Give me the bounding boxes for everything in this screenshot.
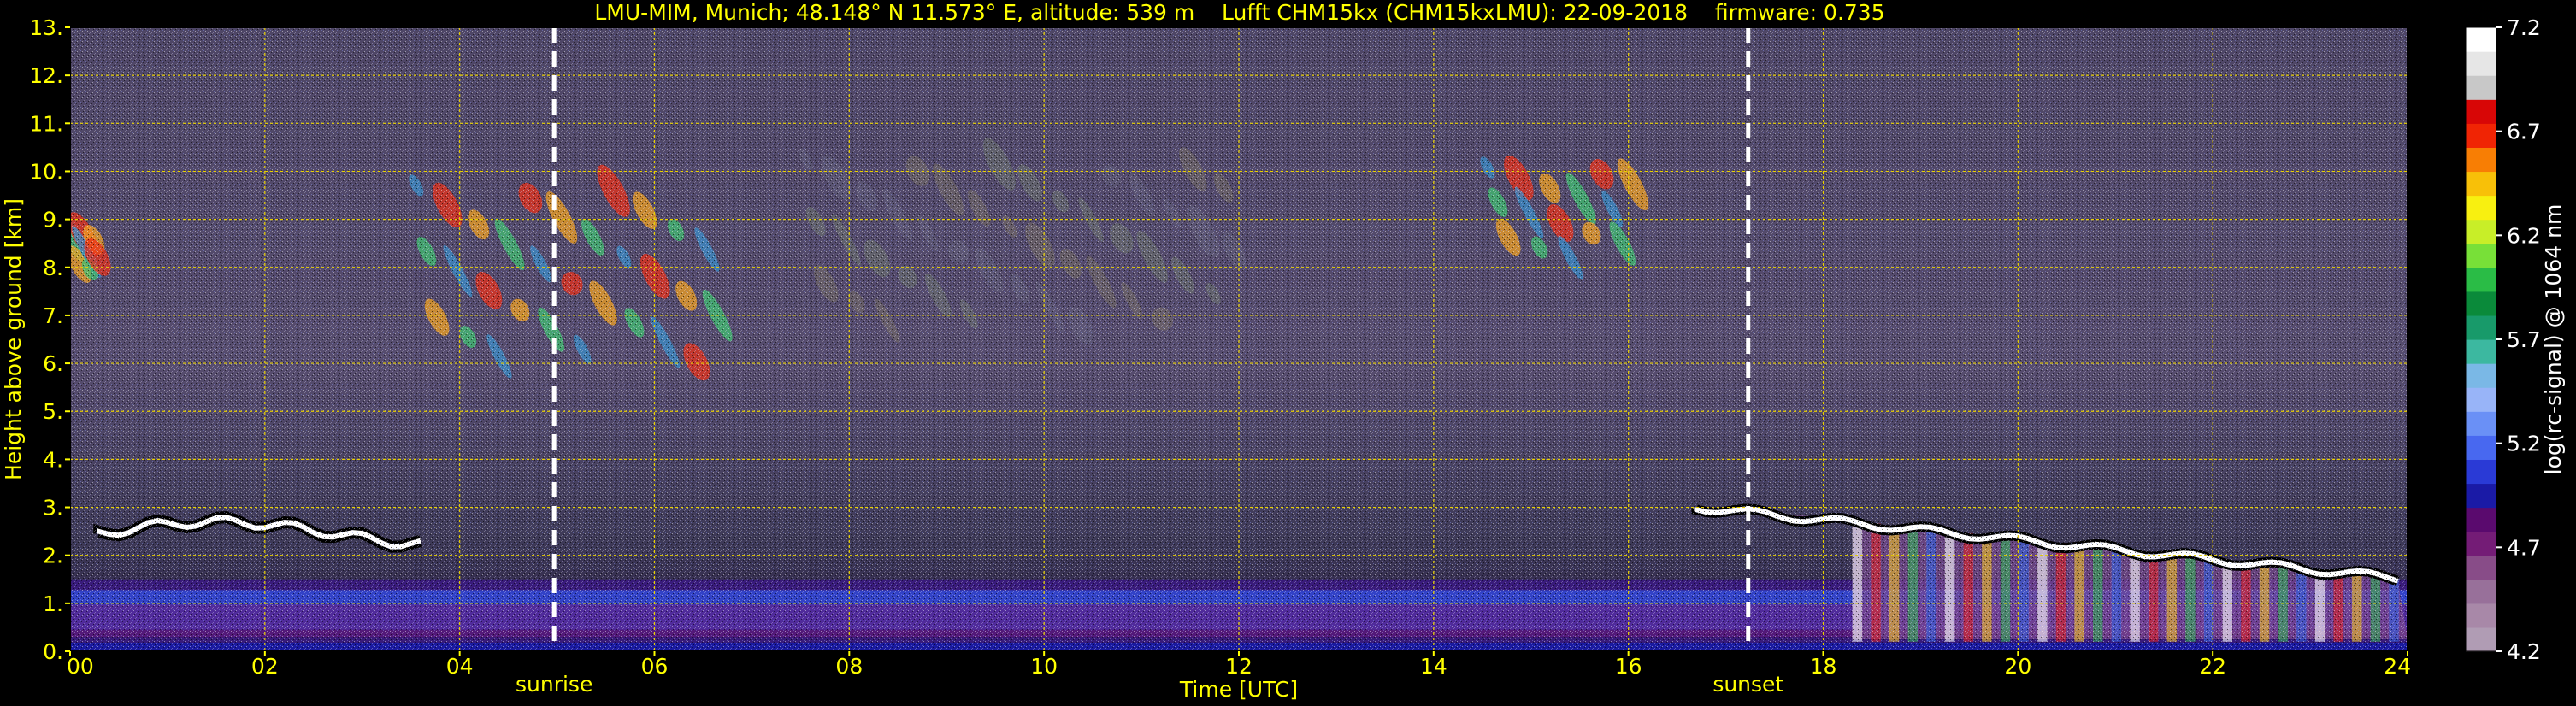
colorbar-swatch [2466, 339, 2496, 364]
colorbar-swatch [2466, 27, 2496, 52]
colorbar-swatch [2466, 435, 2496, 460]
x-tick-label: 12 [1225, 654, 1253, 679]
colorbar-swatch [2466, 51, 2496, 76]
y-tick-label: 11. [29, 111, 63, 136]
colorbar-swatch [2466, 603, 2496, 628]
colorbar-swatch [2466, 147, 2496, 173]
y-tick-label: 5. [43, 399, 63, 424]
x-tick-label: 04 [446, 654, 474, 679]
colorbar-swatch [2466, 123, 2496, 148]
colorbar-tick-label: 4.7 [2507, 535, 2541, 560]
x-tick-label: 02 [251, 654, 279, 679]
colorbar-tick-label: 6.7 [2507, 120, 2541, 144]
colorbar-swatch [2466, 267, 2496, 292]
x-tick-label: 06 [641, 654, 669, 679]
colorbar-tick-label: 5.2 [2507, 432, 2541, 456]
y-tick-label: 8. [43, 256, 63, 280]
colorbar-swatch [2466, 627, 2496, 652]
x-tick-label: 10 [1030, 654, 1058, 679]
plot-area: sunrise sunset [69, 26, 2408, 697]
colorbar-swatch [2466, 315, 2496, 340]
y-tick-label: 13. [29, 15, 63, 40]
colorbar-swatch [2466, 387, 2496, 412]
colorbar-swatch [2466, 219, 2496, 244]
y-tick-label: 7. [43, 303, 63, 328]
chart-title: LMU-MIM, Munich; 48.148° N 11.573° E, al… [594, 0, 1884, 25]
y-tick-label: 12. [29, 63, 63, 88]
y-tick-label: 6. [43, 351, 63, 376]
colorbar-swatch [2466, 411, 2496, 436]
colorbar-swatch [2466, 363, 2496, 388]
y-tick-label: 2. [43, 544, 63, 568]
x-tick-label: 22 [2199, 654, 2226, 679]
y-axis-label: Height above ground [km] [1, 198, 26, 480]
sunset-label: sunset [1712, 672, 1783, 697]
y-tick-label: 0. [43, 639, 63, 664]
colorbar-swatch [2466, 291, 2496, 316]
colorbar-swatch [2466, 459, 2496, 485]
ceilometer-figure: sunrise sunset 00 02 04 06 08 10 12 14 16 18 20 22 24… [1, 0, 2566, 702]
colorbar-swatch [2466, 243, 2496, 268]
colorbar-tick-label: 5.7 [2507, 327, 2541, 352]
sunrise-label: sunrise [516, 672, 592, 697]
y-tick-label: 4. [43, 447, 63, 472]
colorbar-swatch [2466, 483, 2496, 509]
x-axis-label: Time [UTC] [1179, 677, 1298, 702]
x-tick-label: 18 [1810, 654, 1837, 679]
colorbar-tick-label: 6.2 [2507, 223, 2541, 248]
y-tick-label: 1. [43, 591, 63, 616]
colorbar: 7.2 6.7 6.2 5.7 5.2 4.7 4.2 [2465, 15, 2541, 664]
colorbar-label: log(rc-signal) @ 1064 nm [2541, 204, 2566, 475]
colorbar-swatch [2466, 507, 2496, 532]
colorbar-swatch [2466, 579, 2496, 604]
colorbar-swatch [2466, 195, 2496, 221]
colorbar-swatch [2466, 171, 2496, 197]
x-tick-label: 24 [2384, 654, 2411, 679]
y-tick-label: 10. [29, 159, 63, 184]
x-tick-label: 20 [2004, 654, 2031, 679]
colorbar-swatch [2466, 99, 2496, 124]
colorbar-swatch [2466, 555, 2496, 580]
colorbar-swatch [2466, 75, 2496, 100]
y-tick-label: 9. [43, 208, 63, 232]
colorbar-swatch [2466, 531, 2496, 556]
x-tick-label: 08 [835, 654, 863, 679]
colorbar-tick-label: 7.2 [2507, 15, 2541, 40]
colorbar-tick-label: 4.2 [2507, 639, 2541, 664]
x-tick-label: 16 [1615, 654, 1642, 679]
y-tick-label: 3. [43, 496, 63, 521]
x-tick-label: 00 [67, 654, 94, 679]
x-tick-label: 14 [1420, 654, 1447, 679]
